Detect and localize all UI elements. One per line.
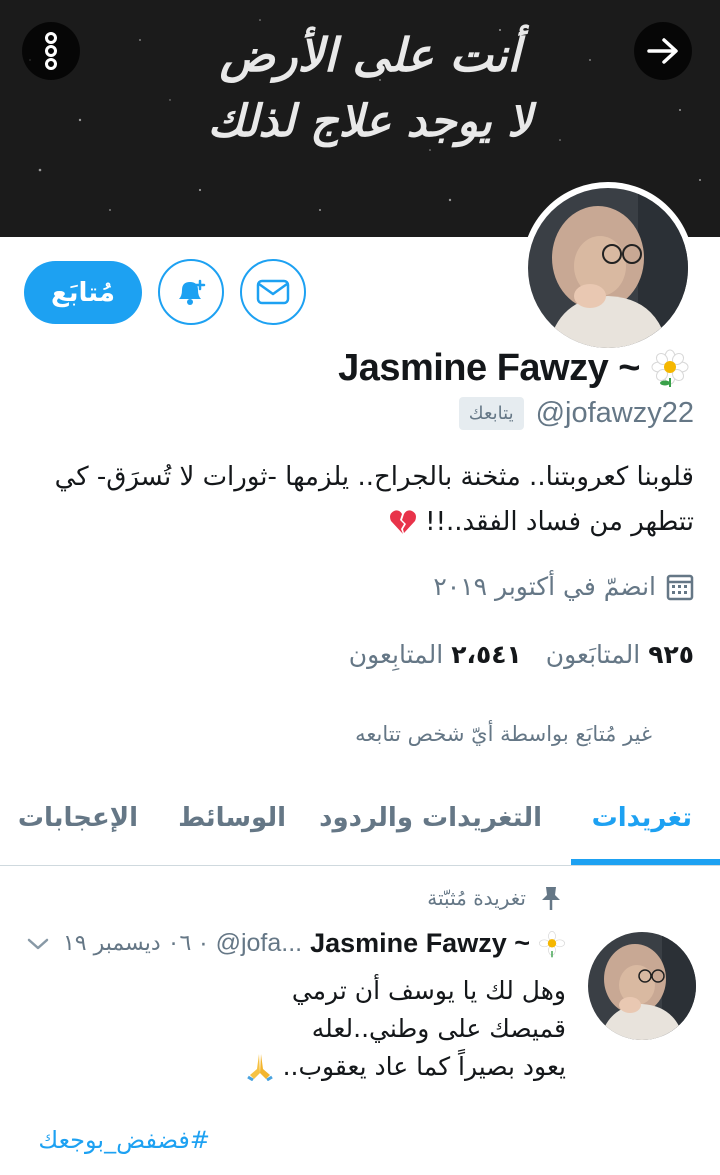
tab-likes[interactable]: الإعجابات [18, 770, 138, 866]
profile-name-row: Jasmine Fawzy ~ [338, 340, 690, 396]
tweet-line-2: قميصك على وطني..لعله [311, 1014, 566, 1043]
pinned-indicator: تغريدة مُثبّتة [427, 885, 562, 911]
tweet-line-1: وهل لك يا يوسف أن ترمي [291, 976, 566, 1005]
broken-heart-icon [389, 510, 416, 534]
tab-media[interactable]: الوسائط [178, 770, 286, 866]
followed-by-note: غير مُتابَع بواسطة أيّ شخص تتابعه [355, 722, 652, 746]
calendar-icon [666, 574, 694, 600]
joined-date: انضمّ في أكتوبر ٢٠١٩ [433, 572, 656, 601]
stats-row: ٩٢٥المتابَعون ٢،٥٤١المتابِعون [349, 640, 694, 669]
profile-avatar-image [528, 188, 688, 348]
follows-you-badge: يتابعك [458, 397, 524, 430]
following-count: ٩٢٥ [648, 640, 694, 669]
profile-bio: قلوبنا كعروبتنا.. مثخنة بالجراح.. يلزمها… [14, 455, 694, 545]
chevron-down-icon [27, 938, 49, 950]
handle-row: يتابعك @jofawzy22 [458, 397, 694, 430]
message-button[interactable] [240, 259, 306, 325]
bio-line-2: تتطهر من فساد الفقد..!! [425, 507, 694, 537]
followers-stat[interactable]: ٢،٥٤١المتابِعون [349, 640, 522, 669]
tab-tweets[interactable]: تغريدات [592, 770, 692, 866]
tweet-line-3: يعود بصيراً كما عاد يعقوب.. [282, 1052, 566, 1081]
followers-label: المتابِعون [348, 640, 444, 669]
tweet-avatar-image [588, 932, 696, 1040]
arrow-right-icon [647, 38, 678, 64]
profile-display-name: Jasmine Fawzy ~ [338, 346, 640, 389]
tweet-header: ٠٦ ديسمبر ١٩ · @jofa... Jasmine Fawzy ~ [63, 928, 566, 959]
tab-tweets-replies[interactable]: التغريدات والردود [319, 770, 542, 866]
tweet-menu-button[interactable] [26, 936, 50, 956]
following-label: المتابَعون [545, 640, 641, 669]
pray-hands-icon [246, 1054, 273, 1082]
notifications-button[interactable] [158, 259, 224, 325]
tweet-author-name[interactable]: Jasmine Fawzy ~ [310, 928, 530, 959]
bio-line-2-wrap: تتطهر من فساد الفقد..!! [14, 500, 694, 545]
banner-text-line2: لا يوجد علاج لذلك [207, 96, 533, 147]
flower-icon [651, 349, 689, 387]
banner-text-line1: أنت على الأرض [219, 28, 521, 82]
pin-icon [542, 887, 560, 910]
bio-line-1: قلوبنا كعروبتنا.. مثخنة بالجراح.. يلزمها… [54, 462, 694, 492]
tweet-separator: · [199, 929, 208, 957]
active-tab-indicator [571, 859, 720, 865]
profile-avatar[interactable] [522, 182, 694, 354]
profile-handle: @jofawzy22 [535, 397, 694, 429]
more-vertical-icon [45, 32, 57, 70]
back-button[interactable] [634, 22, 692, 80]
joined-row: انضمّ في أكتوبر ٢٠١٩ [433, 572, 694, 601]
tweet-date[interactable]: ٠٦ ديسمبر ١٩ [63, 931, 191, 956]
bell-plus-icon [179, 279, 206, 305]
tweet-author-avatar[interactable] [588, 932, 696, 1040]
pinned-label: تغريدة مُثبّتة [427, 886, 526, 910]
following-button[interactable]: مُتابَع [24, 261, 142, 324]
tweet-author-handle: @jofa... [215, 929, 303, 957]
profile-tabs: تغريدات التغريدات والردود الوسائط الإعجا… [0, 770, 720, 866]
flower-icon [539, 930, 565, 957]
more-options-button[interactable] [22, 22, 80, 80]
envelope-icon [256, 279, 290, 305]
tweet-text: وهل لك يا يوسف أن ترمي قميصك على وطني..ل… [146, 972, 566, 1086]
tweet-hashtag[interactable]: #فضفض_بوجعك [38, 1126, 210, 1154]
followers-count: ٢،٥٤١ [451, 640, 522, 669]
tweet-line-3-wrap: يعود بصيراً كما عاد يعقوب.. [146, 1048, 566, 1086]
following-stat[interactable]: ٩٢٥المتابَعون [546, 640, 694, 669]
